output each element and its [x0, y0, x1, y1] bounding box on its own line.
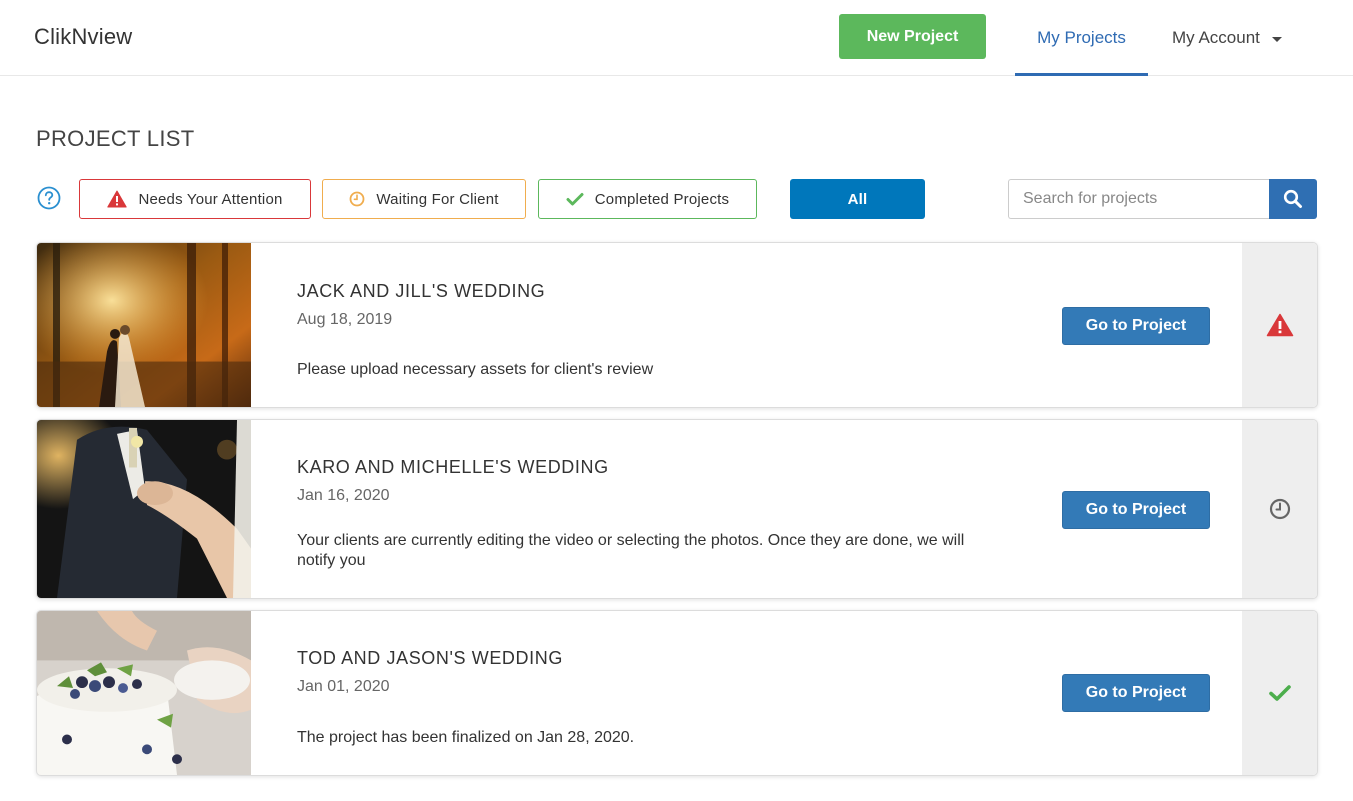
- project-title: JACK AND JILL'S WEDDING: [297, 281, 546, 301]
- project-date: Aug 18, 2019: [297, 311, 393, 328]
- go-to-project-button[interactable]: Go to Project: [1062, 491, 1210, 529]
- project-thumbnail: [37, 611, 251, 775]
- project-title: TOD AND JASON'S WEDDING: [297, 648, 563, 668]
- clock-icon: [1269, 498, 1291, 520]
- filter-waiting-for-client-label: Waiting For Client: [376, 190, 499, 208]
- warning-triangle-icon: [107, 190, 128, 208]
- nav-my-projects[interactable]: My Projects: [1015, 0, 1148, 76]
- project-date: Jan 01, 2020: [297, 678, 390, 695]
- top-navbar: ClikNview New Project My Projects My Acc…: [0, 0, 1353, 76]
- project-status-message: The project has been finalized on Jan 28…: [297, 729, 635, 746]
- nav-my-account-dropdown[interactable]: My Account: [1172, 0, 1282, 76]
- brand-logo[interactable]: ClikNview: [34, 24, 132, 50]
- checkmark-icon: [566, 193, 584, 206]
- nav-my-projects-label: My Projects: [1037, 28, 1126, 47]
- project-status-message: Please upload necessary assets for clien…: [297, 361, 654, 378]
- warning-triangle-icon: [1266, 313, 1294, 337]
- filter-waiting-for-client[interactable]: Waiting For Client: [322, 179, 526, 219]
- active-tab-underline: [1015, 73, 1148, 76]
- project-status-message: Your clients are currently editing the v…: [297, 532, 965, 569]
- project-card: TOD AND JASON'S WEDDING Jan 01, 2020 The…: [36, 610, 1318, 776]
- project-card: KARO AND MICHELLE'S WEDDING Jan 16, 2020…: [36, 419, 1318, 599]
- go-to-project-button[interactable]: Go to Project: [1062, 307, 1210, 345]
- filter-completed-projects-label: Completed Projects: [594, 190, 730, 208]
- new-project-button[interactable]: New Project: [839, 14, 986, 59]
- project-date: Jan 16, 2020: [297, 487, 390, 504]
- page-title: PROJECT LIST: [36, 126, 195, 151]
- project-title: KARO AND MICHELLE'S WEDDING: [297, 457, 609, 477]
- clock-icon: [349, 191, 365, 207]
- filter-needs-attention[interactable]: Needs Your Attention: [79, 179, 311, 219]
- checkmark-icon: [1269, 685, 1291, 701]
- project-thumbnail: [37, 420, 251, 598]
- filter-completed-projects[interactable]: Completed Projects: [538, 179, 757, 219]
- project-status-cell: [1242, 611, 1317, 775]
- go-to-project-button[interactable]: Go to Project: [1062, 674, 1210, 712]
- search-button[interactable]: [1269, 179, 1317, 219]
- project-status-cell: [1242, 243, 1317, 407]
- project-card: JACK AND JILL'S WEDDING Aug 18, 2019 Ple…: [36, 242, 1318, 408]
- search-icon: [1283, 189, 1302, 208]
- project-status-cell: [1242, 420, 1317, 598]
- filter-all[interactable]: All: [790, 179, 925, 219]
- caret-down-icon: [1271, 36, 1282, 42]
- question-circle-icon[interactable]: [37, 186, 61, 210]
- nav-my-account-label: My Account: [1172, 28, 1260, 47]
- project-thumbnail: [37, 243, 251, 407]
- filter-needs-attention-label: Needs Your Attention: [138, 190, 283, 208]
- filter-all-label: All: [847, 190, 868, 208]
- search-input[interactable]: [1008, 179, 1270, 219]
